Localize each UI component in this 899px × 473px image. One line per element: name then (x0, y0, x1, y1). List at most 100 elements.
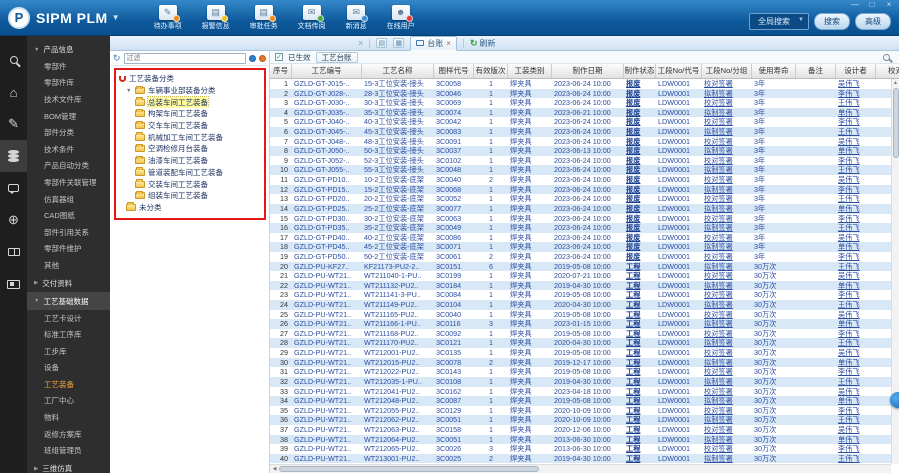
table-row[interactable]: 7 GZLD-GT-J048-.. 48-3工位安装-接头 3C0091 1 焊夹具 202… (270, 137, 899, 147)
column-header[interactable]: 制作状态 (624, 64, 656, 78)
horizontal-scrollbar[interactable]: ◀ (270, 464, 891, 473)
side-panel-handle[interactable] (890, 392, 899, 408)
strip-home-icon[interactable]: ⌂ (0, 76, 27, 108)
sidebar-group-3[interactable]: ▶ 三维仿真 (27, 459, 110, 473)
tool-online-users[interactable]: ☻ 在线用户 (387, 4, 415, 31)
sidebar-item[interactable]: 产品自动分类 (27, 158, 110, 175)
sidebar-item[interactable]: 工厂中心 (27, 393, 110, 410)
table-row[interactable]: 36 GZLD-PU-WT21.. WT212062-PU2.. 3C0051 1 焊夹具… (270, 415, 899, 425)
sidebar-item[interactable]: 部件引用关系 (27, 224, 110, 241)
sidebar-item[interactable]: 零部件维护 (27, 241, 110, 258)
strip-edit-icon[interactable]: ✎ (0, 108, 27, 140)
refresh-button[interactable]: ↻ 刷新 (470, 38, 496, 49)
scroll-up-icon[interactable]: ▲ (893, 79, 898, 87)
table-row[interactable]: 18 GZLD-GT-PD45.. 45-2工位安装-底架 3C0071 1 焊夹具 202… (270, 242, 899, 252)
table-row[interactable]: 38 GZLD-PU-WT21.. WT212064-PU2.. 3C0051 1 焊夹具… (270, 434, 899, 445)
tree-root-node[interactable]: 工艺装备分类 (119, 73, 262, 85)
tool-approve-doc[interactable]: ▤ 审批任务 (250, 4, 278, 31)
advanced-search-button[interactable]: 高级 (855, 13, 891, 30)
sidebar-group-1[interactable]: ▶ 交付资料 (27, 274, 110, 292)
column-header[interactable]: 校对 (876, 64, 899, 78)
sidebar-item[interactable]: 返修方案库 (27, 426, 110, 443)
column-header[interactable]: 工艺编号 (292, 64, 362, 78)
sidebar-item[interactable]: 仿真器组 (27, 191, 110, 208)
column-header[interactable]: 工装类别 (508, 64, 552, 78)
tree-node[interactable]: 机械加工车间工艺装备 (119, 131, 262, 143)
table-row[interactable]: 29 GZLD-PU-WT21.. WT212001-PU2.. 3C0135 1 焊夹具… (270, 348, 899, 358)
table-row[interactable]: 1 GZLD-GT-J015-.. 15-3工位安装-接头 3C0058 1 焊夹具 202… (270, 79, 899, 89)
sidebar-item[interactable]: 班组管理员 (27, 442, 110, 459)
tab-ledger[interactable]: 台账 × (410, 35, 457, 51)
table-row[interactable]: 25 GZLD-PU-WT21.. WT211165-PU2.. 3C0040 1 焊夹具… (270, 310, 899, 320)
strip-chat-icon[interactable] (0, 172, 27, 204)
table-row[interactable]: 40 GZLD-PU-WT21.. WT213001-PU2.. 3C0025 2 焊夹具… (270, 453, 899, 464)
table-row[interactable]: 39 GZLD-PU-WT21.. WT212065-PU2.. 3C0026 3 焊夹具… (270, 444, 899, 454)
scroll-left-icon[interactable]: ◀ (270, 466, 279, 472)
sidebar-item[interactable]: CAD图纸 (27, 207, 110, 224)
effective-checkbox[interactable]: ✓ (275, 53, 283, 61)
strip-book-icon[interactable] (0, 236, 27, 268)
table-row[interactable]: 8 GZLD-GT-J050-.. 50-3工位安装-接头 3C0037 1 焊夹具 202… (270, 146, 899, 156)
tree-filter-input[interactable] (123, 52, 246, 64)
maximize-button[interactable]: □ (866, 1, 878, 9)
tree-node[interactable]: 总装车间工艺装备 (119, 96, 262, 109)
table-row[interactable]: 19 GZLD-GT-PD50.. 50-2工位安装-底架 3C0061 2 焊夹具 202… (270, 252, 899, 262)
table-row[interactable]: 3 GZLD-GT-J030-.. 30-3工位安装-接头 3C0069 1 焊夹具 202… (270, 98, 899, 108)
collapse-all-button[interactable] (259, 54, 266, 62)
table-row[interactable]: 28 GZLD-PU-WT21.. WT211170-PU2.. 3C0121 1 焊夹具… (270, 338, 899, 349)
expand-all-button[interactable] (249, 54, 256, 62)
table-row[interactable]: 32 GZLD-PU-WT21.. WT212035-1-PU.. 3C0108 1 焊夹… (270, 376, 899, 387)
tool-mail-new[interactable]: ✉ 新消息 (346, 4, 369, 31)
column-header[interactable]: 序号 (270, 64, 292, 78)
vertical-scroll-thumb[interactable] (892, 88, 899, 158)
table-row[interactable]: 31 GZLD-PU-WT21.. WT212022-PU2.. 3C0143 1 焊夹具… (270, 367, 899, 377)
column-header[interactable]: 图样代号 (434, 64, 474, 78)
close-icon[interactable]: × (358, 38, 363, 48)
search-button[interactable]: 搜索 (814, 13, 850, 30)
sidebar-item[interactable]: 零部件关联管理 (27, 174, 110, 191)
strip-database-icon[interactable] (0, 140, 27, 172)
strip-id-card-icon[interactable] (0, 268, 27, 300)
tree-node[interactable]: 交装车间工艺装备 (119, 178, 262, 190)
table-row[interactable]: 11 GZLD-GT-PD10.. 10-2工位安装-底架 3C0040 2 焊夹具 202… (270, 175, 899, 185)
search-scope-dropdown[interactable]: 全局搜索 ▼ (749, 13, 809, 30)
table-row[interactable]: 20 GZLD-PU-KF27.. KF21173-PU2-2.. 3C0151 6 焊夹… (270, 261, 899, 272)
print-icon[interactable]: ▦ (393, 38, 405, 48)
table-row[interactable]: 24 GZLD-PU-WT21.. WT211149-PU2.. 3C0104 1 焊夹具… (270, 300, 899, 310)
sidebar-item[interactable]: 工艺装备 (27, 376, 110, 393)
column-header[interactable]: 工段No/代号 (656, 64, 702, 78)
sidebar-item[interactable]: BOM管理 (27, 108, 110, 125)
table-row[interactable]: 30 GZLD-PU-WT21.. WT212015-PU2.. 3C0078 2 焊夹具… (270, 357, 899, 368)
table-row[interactable]: 12 GZLD-GT-PD15.. 15-2工位安装-底架 3C0068 1 焊夹具 202… (270, 184, 899, 195)
ledger-tab[interactable]: 工艺台账 (315, 51, 358, 63)
tool-alert-doc[interactable]: ▤ 报警信息 (202, 4, 230, 31)
tree-node[interactable]: 空调检修月台装备 (119, 143, 262, 155)
sidebar-item[interactable]: 设备 (27, 360, 110, 377)
strip-user-search-icon[interactable] (0, 44, 27, 76)
sidebar-item[interactable]: 部件分类 (27, 124, 110, 141)
sidebar-item[interactable]: 技术条件 (27, 141, 110, 158)
table-row[interactable]: 16 GZLD-GT-PD35.. 35-2工位安装-底架 3C0049 1 焊夹具 202… (270, 223, 899, 233)
table-row[interactable]: 13 GZLD-GT-PD20.. 20-2工位安装-底架 3C0052 1 焊夹具 202… (270, 194, 899, 204)
column-header[interactable]: 使用寿命 (752, 64, 796, 78)
minimize-button[interactable]: — (849, 1, 861, 9)
column-header[interactable]: 有效版次 (474, 64, 508, 78)
tool-mail-send[interactable]: ✉ 文档传阅 (298, 4, 326, 31)
column-header[interactable]: 备注 (796, 64, 836, 78)
magnifier-icon[interactable] (883, 53, 890, 61)
tree-parent-node[interactable]: ▼ 车辆事业部装备分类 (119, 85, 262, 97)
tree-refresh-icon[interactable]: ↻ (113, 53, 121, 64)
sidebar-item[interactable]: 物料 (27, 409, 110, 426)
table-row[interactable]: 9 GZLD-GT-J052-.. 52-3工位安装-接头 3C0102 1 焊夹具 202… (270, 156, 899, 166)
tree-node-uncategorized[interactable]: 未分类 (119, 202, 262, 214)
tree-node[interactable]: 构架车间工艺装备 (119, 108, 262, 120)
table-row[interactable]: 2 GZLD-GT-J028-.. 28-3工位安装-接头 3C0046 1 焊夹具 202… (270, 88, 899, 99)
table-row[interactable]: 23 GZLD-PU-WT21.. WT211141-3-PU.. 3C0084 1 焊夹… (270, 290, 899, 300)
sidebar-item[interactable]: 零部件 (27, 58, 110, 75)
table-row[interactable]: 15 GZLD-GT-PD30.. 30-2工位安装-底架 3C0063 1 焊夹具 202… (270, 214, 899, 224)
app-menu-caret-icon[interactable]: ▼ (112, 13, 120, 22)
table-row[interactable]: 33 GZLD-PU-WT21.. WT212041-PU2.. 3C0162 1 焊夹具… (270, 387, 899, 397)
table-row[interactable]: 4 GZLD-GT-J035-.. 35-3工位安装-接头 3C0074 1 焊夹具 202… (270, 107, 899, 118)
table-row[interactable]: 26 GZLD-PU-WT21.. WT211166-1-PU.. 3C0116 3 焊夹… (270, 319, 899, 329)
sidebar-item[interactable]: 工步库 (27, 343, 110, 360)
